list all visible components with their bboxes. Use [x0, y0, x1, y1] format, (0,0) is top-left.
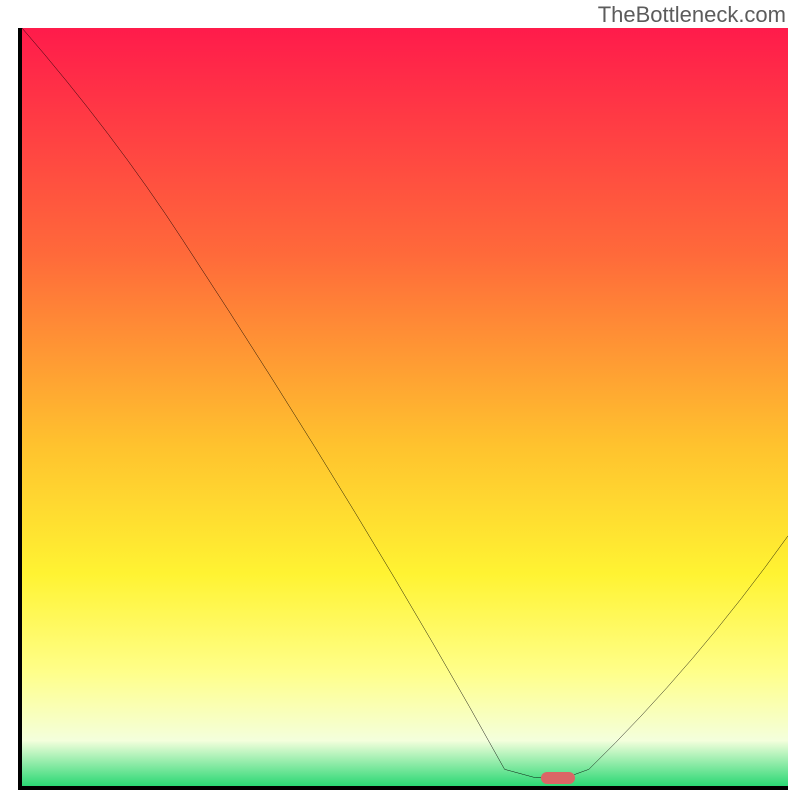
gradient-background: [22, 28, 788, 786]
optimal-marker: [541, 772, 575, 784]
watermark-text: TheBottleneck.com: [598, 2, 786, 28]
plot-area: [18, 28, 788, 790]
